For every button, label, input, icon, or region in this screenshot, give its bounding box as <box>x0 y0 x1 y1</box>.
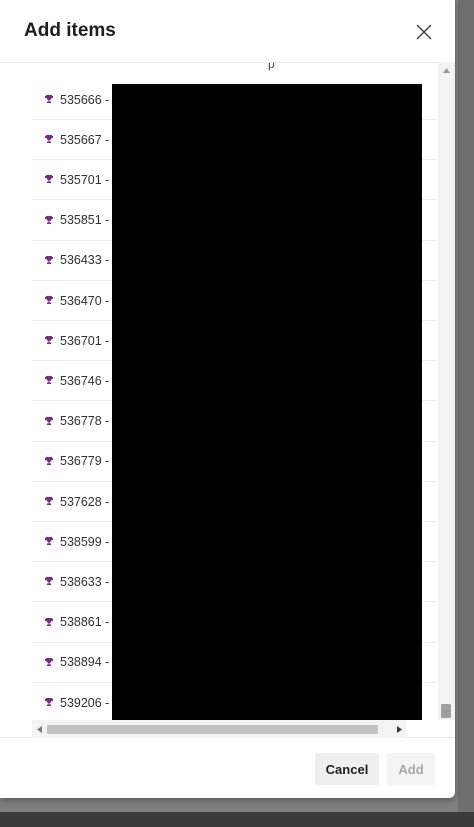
trophy-icon <box>44 577 54 587</box>
trophy-icon <box>44 175 54 185</box>
close-button[interactable] <box>412 20 436 44</box>
clipped-row-text: p <box>268 63 275 71</box>
trophy-icon <box>44 537 54 547</box>
trophy-icon <box>44 617 54 627</box>
caret-up-icon <box>443 67 450 73</box>
close-icon <box>416 24 432 40</box>
item-id: 535666 - <box>60 92 110 107</box>
trophy-icon <box>44 135 54 145</box>
trophy-icon <box>44 215 54 225</box>
vertical-scrollbar[interactable] <box>438 62 455 720</box>
item-id: 535701 - <box>60 172 110 187</box>
item-id: 536746 - <box>60 373 110 388</box>
trophy-icon <box>44 657 54 667</box>
scroll-up-button[interactable] <box>438 64 455 76</box>
item-id: 539206 - <box>60 695 110 710</box>
dialog-header: Add items <box>0 0 455 62</box>
horizontal-scrollbar[interactable] <box>32 720 406 738</box>
item-id: 538599 - <box>60 534 110 549</box>
trophy-icon <box>44 497 54 507</box>
add-button[interactable]: Add <box>387 753 435 785</box>
trophy-icon <box>44 376 54 386</box>
dialog-title: Add items <box>24 20 116 41</box>
cancel-button[interactable]: Cancel <box>315 753 379 785</box>
trophy-icon <box>44 698 54 708</box>
item-id: 535667 - <box>60 132 110 147</box>
item-id: 536779 - <box>60 454 110 469</box>
scroll-right-button[interactable] <box>394 723 404 735</box>
item-id: 537628 - <box>60 494 110 509</box>
scroll-left-button[interactable] <box>34 723 44 735</box>
scroll-down-button[interactable] <box>438 706 455 718</box>
trophy-icon <box>44 255 54 265</box>
add-items-dialog: Add items p 535666 - 535667 - 535701 - 5358… <box>0 0 455 798</box>
trophy-icon <box>44 416 54 426</box>
page-background-right <box>458 0 474 812</box>
item-id: 536433 - <box>60 253 110 268</box>
caret-right-icon <box>396 725 402 733</box>
item-id: 536470 - <box>60 293 110 308</box>
item-id: 535851 - <box>60 213 110 228</box>
page-background-bottom <box>0 812 474 827</box>
trophy-icon <box>44 296 54 306</box>
trophy-icon <box>44 336 54 346</box>
dialog-footer: Cancel Add <box>0 738 455 798</box>
redacted-area <box>112 84 422 720</box>
item-id: 538633 - <box>60 574 110 589</box>
item-id: 538861 - <box>60 615 110 630</box>
item-id: 536778 - <box>60 414 110 429</box>
trophy-icon <box>44 456 54 466</box>
trophy-icon <box>44 95 54 105</box>
horizontal-scroll-thumb[interactable] <box>47 725 378 734</box>
caret-left-icon <box>36 725 42 733</box>
caret-down-icon <box>443 709 450 715</box>
item-id: 538894 - <box>60 655 110 670</box>
item-id: 536701 - <box>60 333 110 348</box>
